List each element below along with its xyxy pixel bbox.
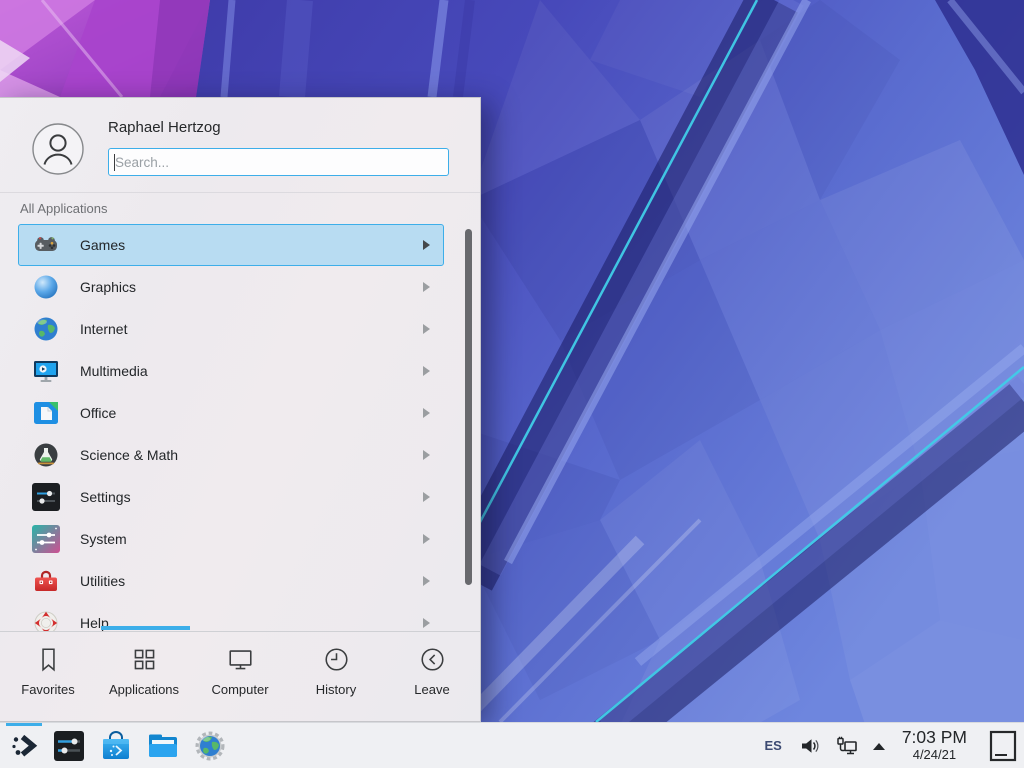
show-desktop-icon	[989, 730, 1017, 762]
submenu-arrow-icon	[423, 240, 430, 250]
avatar[interactable]	[32, 123, 84, 175]
app-category-science-math[interactable]: Science & Math	[18, 434, 444, 476]
clock-date: 4/24/21	[902, 748, 967, 763]
keyboard-layout-indicator[interactable]: ES	[764, 738, 781, 753]
active-tab-indicator	[101, 626, 190, 630]
text-caret	[114, 154, 115, 171]
submenu-arrow-icon	[423, 618, 430, 628]
app-category-label: Utilities	[80, 573, 125, 589]
submenu-arrow-icon	[423, 366, 430, 376]
section-label: All Applications	[20, 201, 107, 216]
web-browser-icon	[193, 729, 227, 763]
app-category-label: Science & Math	[80, 447, 178, 463]
show-desktop-button[interactable]	[988, 728, 1018, 764]
submenu-arrow-icon	[423, 450, 430, 460]
tab-label: Leave	[414, 682, 449, 697]
tab-computer[interactable]: Computer	[192, 632, 288, 723]
header-divider	[0, 192, 480, 193]
active-task-indicator	[6, 723, 42, 726]
app-category-list: Games Graphics Internet	[0, 224, 480, 631]
app-category-label: System	[80, 531, 127, 547]
kali-menu-icon	[9, 731, 39, 761]
leave-icon	[418, 645, 447, 674]
gamepad-icon	[32, 231, 60, 259]
launcher-tabbar: Favorites Applications Computer History	[0, 632, 480, 723]
scrollbar[interactable]	[465, 229, 472, 585]
app-category-utilities[interactable]: Utilities	[18, 560, 444, 602]
software-store-icon	[99, 729, 133, 763]
tab-leave[interactable]: Leave	[384, 632, 480, 723]
documents-icon	[32, 399, 60, 427]
app-category-settings[interactable]: Settings	[18, 476, 444, 518]
sphere-icon	[32, 273, 60, 301]
settings-task-button[interactable]	[52, 729, 86, 763]
search-input[interactable]	[108, 148, 449, 176]
file-manager-icon	[146, 729, 180, 763]
clock-time: 7:03 PM	[902, 728, 967, 748]
digital-clock[interactable]: 7:03 PM 4/24/21	[902, 728, 967, 762]
submenu-arrow-icon	[423, 492, 430, 502]
app-category-label: Multimedia	[80, 363, 148, 379]
file-manager-task-button[interactable]	[146, 729, 180, 763]
system-tray: ES 7:03 PM 4/24/21	[764, 728, 1018, 764]
app-category-label: Graphics	[80, 279, 136, 295]
app-category-label: Internet	[80, 321, 127, 337]
app-category-office[interactable]: Office	[18, 392, 444, 434]
toolbox-icon	[32, 567, 60, 595]
tab-favorites[interactable]: Favorites	[0, 632, 96, 723]
tab-history[interactable]: History	[288, 632, 384, 723]
app-category-graphics[interactable]: Graphics	[18, 266, 444, 308]
software-store-task-button[interactable]	[99, 729, 133, 763]
network-wired-icon[interactable]	[835, 735, 858, 757]
application-launcher: Raphael Hertzog All Applications Games	[0, 97, 481, 722]
sliders-dark-icon	[32, 483, 60, 511]
app-category-label: Office	[80, 405, 116, 421]
app-category-label: Games	[80, 237, 125, 253]
submenu-arrow-icon	[423, 282, 430, 292]
computer-icon	[226, 645, 255, 674]
grid-icon	[130, 645, 159, 674]
taskbar: ES 7:03 PM 4/24/21	[0, 722, 1024, 768]
app-category-internet[interactable]: Internet	[18, 308, 444, 350]
app-launcher-button[interactable]	[2, 723, 46, 768]
tab-label: Applications	[109, 682, 179, 697]
app-category-help[interactable]: Help	[18, 602, 444, 631]
app-category-system[interactable]: System	[18, 518, 444, 560]
app-category-multimedia[interactable]: Multimedia	[18, 350, 444, 392]
submenu-arrow-icon	[423, 324, 430, 334]
tab-applications[interactable]: Applications	[96, 632, 192, 723]
tab-label: Favorites	[21, 682, 74, 697]
app-category-games[interactable]: Games	[18, 224, 444, 266]
submenu-arrow-icon	[423, 408, 430, 418]
bookmark-icon	[34, 645, 63, 674]
app-category-label: Settings	[80, 489, 131, 505]
user-name: Raphael Hertzog	[108, 119, 221, 136]
expand-tray-icon[interactable]	[871, 741, 887, 751]
submenu-arrow-icon	[423, 576, 430, 586]
globe-icon	[32, 315, 60, 343]
web-browser-task-button[interactable]	[193, 729, 227, 763]
submenu-arrow-icon	[423, 534, 430, 544]
tab-label: Computer	[211, 682, 268, 697]
tab-label: History	[316, 682, 356, 697]
clock-icon	[322, 645, 351, 674]
volume-icon[interactable]	[799, 735, 821, 757]
flask-icon	[32, 441, 60, 469]
sliders-gradient-icon	[32, 525, 60, 553]
lifebuoy-icon	[32, 609, 60, 631]
monitor-play-icon	[32, 357, 60, 385]
settings-sliders-icon	[52, 729, 86, 763]
